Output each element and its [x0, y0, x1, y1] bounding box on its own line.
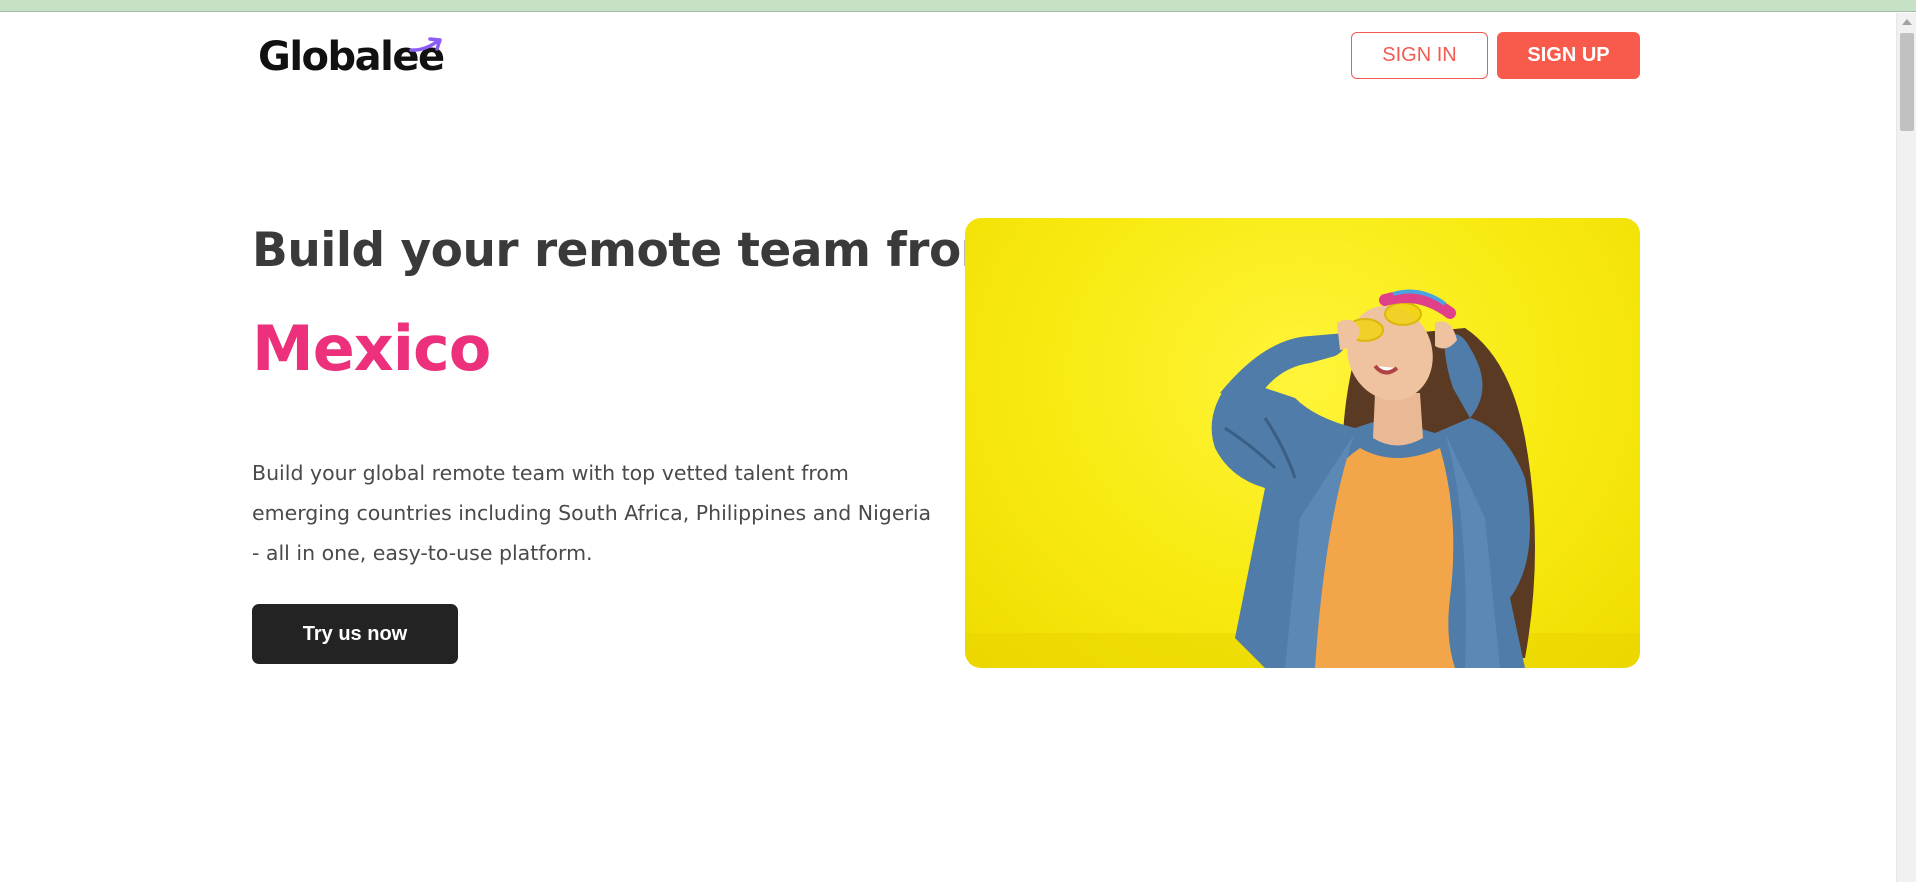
- scrollbar-thumb[interactable]: [1900, 33, 1914, 131]
- hero-description: Build your global remote team with top v…: [252, 461, 932, 565]
- hero-country-highlight: Mexico: [252, 312, 491, 385]
- swoosh-arrow-icon: [409, 37, 442, 52]
- try-us-now-button[interactable]: Try us now: [252, 604, 458, 664]
- landing-page: Globalee SIGN IN SIGN UP Build your remo…: [0, 13, 1896, 882]
- globalee-logo[interactable]: Globalee: [258, 33, 445, 81]
- sign-in-button[interactable]: SIGN IN: [1351, 32, 1488, 79]
- hero-image: [965, 218, 1640, 668]
- browser-top-strip: [0, 0, 1916, 12]
- triangle-up-icon[interactable]: [1897, 13, 1916, 31]
- hero-title: Build your remote team from: [252, 223, 1010, 278]
- sign-up-button[interactable]: SIGN UP: [1497, 32, 1640, 79]
- woman-with-headphones-illustration: [965, 289, 1640, 668]
- vertical-scrollbar[interactable]: [1896, 13, 1916, 882]
